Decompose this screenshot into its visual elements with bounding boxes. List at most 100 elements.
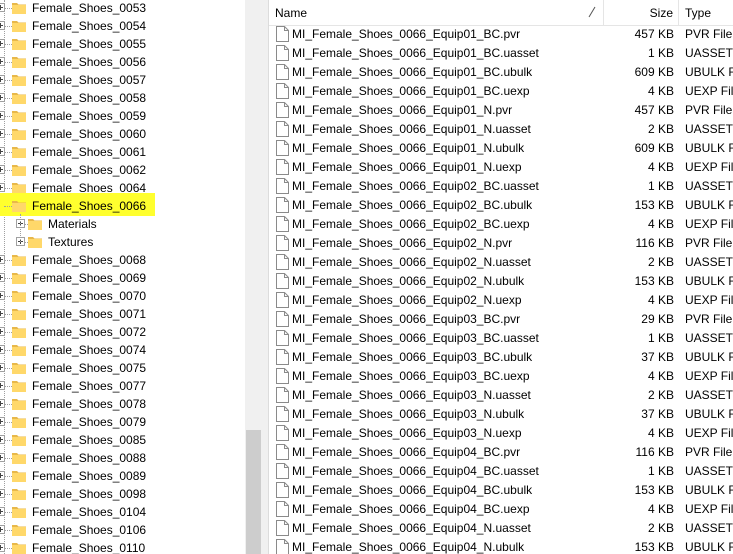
expand-plus-icon[interactable] <box>0 327 5 336</box>
file-row[interactable]: MI_Female_Shoes_0066_Equip01_N.uexp 4 KB U… <box>269 158 733 177</box>
file-row[interactable]: MI_Female_Shoes_0066_Equip04_BC.pvr 116 K… <box>269 443 733 462</box>
expand-plus-icon[interactable] <box>0 363 5 372</box>
file-row[interactable]: MI_Female_Shoes_0066_Equip02_BC.uasset 1 … <box>269 177 733 196</box>
file-row[interactable]: MI_Female_Shoes_0066_Equip04_BC.uasset 1 … <box>269 462 733 481</box>
file-row[interactable]: MI_Female_Shoes_0066_Equip01_N.ubulk 609 … <box>269 139 733 158</box>
column-header-name[interactable]: Name <box>269 0 604 25</box>
file-type: UEXP File <box>685 426 733 440</box>
tree-item-folder[interactable]: Female_Shoes_0089 <box>0 467 245 485</box>
expand-plus-icon[interactable] <box>0 291 5 300</box>
folder-tree-pane[interactable]: Female_Shoes_0053 Female_Shoes_0054 Female… <box>0 0 245 554</box>
file-row[interactable]: MI_Female_Shoes_0066_Equip01_BC.uasset 1 … <box>269 44 733 63</box>
tree-item-folder[interactable]: Female_Shoes_0098 <box>0 485 245 503</box>
file-row[interactable]: MI_Female_Shoes_0066_Equip03_N.uexp 4 KB U… <box>269 424 733 443</box>
expand-plus-icon[interactable] <box>0 129 5 138</box>
file-row[interactable]: MI_Female_Shoes_0066_Equip02_N.ubulk 153 … <box>269 272 733 291</box>
expand-plus-icon[interactable] <box>0 75 5 84</box>
column-header-type[interactable]: Type <box>679 0 733 25</box>
tree-item-subfolder[interactable]: Materials <box>0 215 245 233</box>
file-row[interactable]: MI_Female_Shoes_0066_Equip02_N.pvr 116 KB… <box>269 234 733 253</box>
tree-item-folder[interactable]: Female_Shoes_0055 <box>0 35 245 53</box>
tree-item-folder[interactable]: Female_Shoes_0085 <box>0 431 245 449</box>
expand-plus-icon[interactable] <box>0 165 5 174</box>
file-icon <box>276 64 289 80</box>
file-row[interactable]: MI_Female_Shoes_0066_Equip03_N.ubulk 37 K… <box>269 405 733 424</box>
file-row[interactable]: MI_Female_Shoes_0066_Equip02_N.uasset 2 K… <box>269 253 733 272</box>
tree-item-folder[interactable]: Female_Shoes_0074 <box>0 341 245 359</box>
expand-plus-icon[interactable] <box>0 111 5 120</box>
tree-item-folder[interactable]: Female_Shoes_0071 <box>0 305 245 323</box>
expand-plus-icon[interactable] <box>0 57 5 66</box>
tree-item-folder[interactable]: Female_Shoes_0068 <box>0 251 245 269</box>
file-row[interactable]: MI_Female_Shoes_0066_Equip04_BC.ubulk 153… <box>269 481 733 500</box>
expand-plus-icon[interactable] <box>0 273 5 282</box>
file-row[interactable]: MI_Female_Shoes_0066_Equip01_N.uasset 2 K… <box>269 120 733 139</box>
file-row[interactable]: MI_Female_Shoes_0066_Equip01_BC.ubulk 609… <box>269 63 733 82</box>
file-icon <box>276 349 289 365</box>
tree-item-folder[interactable]: Female_Shoes_0059 <box>0 107 245 125</box>
file-name: MI_Female_Shoes_0066_Equip03_N.ubulk <box>292 407 525 421</box>
expand-plus-icon[interactable] <box>0 399 5 408</box>
file-row[interactable]: MI_Female_Shoes_0066_Equip03_N.uasset 2 K… <box>269 386 733 405</box>
expand-plus-icon[interactable] <box>0 543 5 552</box>
expand-plus-icon[interactable] <box>0 3 5 12</box>
file-row[interactable]: MI_Female_Shoes_0066_Equip02_BC.ubulk 153… <box>269 196 733 215</box>
file-row[interactable]: MI_Female_Shoes_0066_Equip01_BC.pvr 457 K… <box>269 25 733 44</box>
tree-item-folder[interactable]: Female_Shoes_0104 <box>0 503 245 521</box>
tree-item-folder[interactable]: Female_Shoes_0072 <box>0 323 245 341</box>
tree-item-folder[interactable]: Female_Shoes_0070 <box>0 287 245 305</box>
tree-item-folder[interactable]: Female_Shoes_0106 <box>0 521 245 539</box>
expand-plus-icon[interactable] <box>0 39 5 48</box>
tree-item-folder[interactable]: Female_Shoes_0088 <box>0 449 245 467</box>
tree-item-folder[interactable]: Female_Shoes_0056 <box>0 53 245 71</box>
file-row[interactable]: MI_Female_Shoes_0066_Equip03_BC.uasset 1 … <box>269 329 733 348</box>
expand-plus-icon[interactable] <box>0 525 5 534</box>
tree-item-folder[interactable]: Female_Shoes_0060 <box>0 125 245 143</box>
expand-plus-icon[interactable] <box>0 471 5 480</box>
tree-item-folder[interactable]: Female_Shoes_0077 <box>0 377 245 395</box>
expand-plus-icon[interactable] <box>0 255 5 264</box>
tree-item-folder[interactable]: Female_Shoes_0054 <box>0 17 245 35</box>
tree-item-folder[interactable]: Female_Shoes_0058 <box>0 89 245 107</box>
expand-plus-icon[interactable] <box>0 381 5 390</box>
expand-plus-icon[interactable] <box>0 435 5 444</box>
file-icon <box>276 178 289 194</box>
tree-item-folder[interactable]: Female_Shoes_0061 <box>0 143 245 161</box>
file-row[interactable]: MI_Female_Shoes_0066_Equip03_BC.ubulk 37 … <box>269 348 733 367</box>
expand-plus-icon[interactable] <box>0 345 5 354</box>
expand-plus-icon[interactable] <box>0 507 5 516</box>
file-row[interactable]: MI_Female_Shoes_0066_Equip04_N.ubulk 153 … <box>269 538 733 554</box>
expand-plus-icon[interactable] <box>0 417 5 426</box>
expand-plus-icon[interactable] <box>0 309 5 318</box>
tree-item-folder[interactable]: Female_Shoes_0079 <box>0 413 245 431</box>
file-row[interactable]: MI_Female_Shoes_0066_Equip03_BC.uexp 4 KB… <box>269 367 733 386</box>
tree-item-folder[interactable]: Female_Shoes_0062 <box>0 161 245 179</box>
tree-item-folder[interactable]: Female_Shoes_0078 <box>0 395 245 413</box>
file-row[interactable]: MI_Female_Shoes_0066_Equip04_BC.uexp 4 KB… <box>269 500 733 519</box>
expand-plus-icon[interactable] <box>0 183 5 192</box>
expand-plus-icon[interactable] <box>0 21 5 30</box>
file-row[interactable]: MI_Female_Shoes_0066_Equip02_N.uexp 4 KB U… <box>269 291 733 310</box>
expand-plus-icon[interactable] <box>0 147 5 156</box>
tree-item-folder[interactable]: Female_Shoes_0069 <box>0 269 245 287</box>
expand-plus-icon[interactable] <box>0 93 5 102</box>
expand-plus-icon[interactable] <box>0 453 5 462</box>
tree-item-folder[interactable]: Female_Shoes_0110 <box>0 539 245 554</box>
tree-scrollbar[interactable] <box>245 0 262 554</box>
file-row[interactable]: MI_Female_Shoes_0066_Equip01_BC.uexp 4 KB… <box>269 82 733 101</box>
pane-splitter[interactable] <box>262 0 269 554</box>
tree-item-subfolder[interactable]: Textures <box>0 233 245 251</box>
tree-item-folder[interactable]: Female_Shoes_0057 <box>0 71 245 89</box>
column-header-size[interactable]: Size <box>604 0 679 25</box>
file-row[interactable]: MI_Female_Shoes_0066_Equip02_BC.uexp 4 KB… <box>269 215 733 234</box>
tree-item-folder[interactable]: Female_Shoes_0075 <box>0 359 245 377</box>
file-row[interactable]: MI_Female_Shoes_0066_Equip04_N.uasset 2 K… <box>269 519 733 538</box>
tree-item-label: Female_Shoes_0074 <box>32 343 147 357</box>
tree-scrollbar-thumb[interactable] <box>246 430 261 554</box>
tree-item-folder[interactable]: Female_Shoes_0066 <box>0 197 245 215</box>
tree-item-folder[interactable]: Female_Shoes_0053 <box>0 0 245 17</box>
file-row[interactable]: MI_Female_Shoes_0066_Equip01_N.pvr 457 KB… <box>269 101 733 120</box>
expand-plus-icon[interactable] <box>0 489 5 498</box>
tree-item-label: Female_Shoes_0058 <box>32 91 147 105</box>
file-row[interactable]: MI_Female_Shoes_0066_Equip03_BC.pvr 29 KB… <box>269 310 733 329</box>
